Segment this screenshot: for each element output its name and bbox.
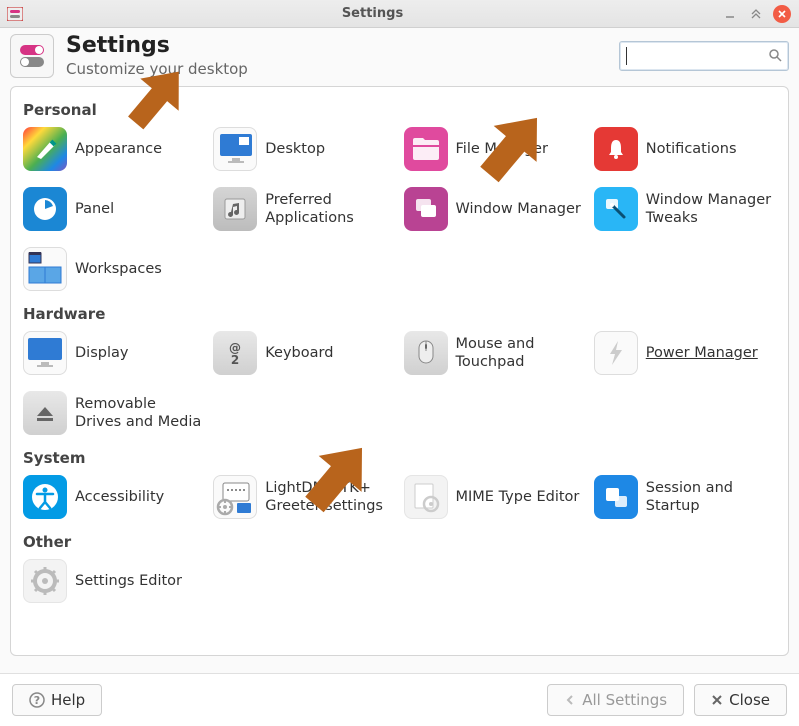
item-preferred-applications[interactable]: Preferred Applications [211,185,397,233]
item-label: Window Manager [456,200,581,218]
item-notifications[interactable]: Notifications [592,125,778,173]
svg-text:2: 2 [231,353,239,367]
gear-icon [23,559,67,603]
window-close-button[interactable] [773,5,791,23]
eject-icon [23,391,67,435]
close-icon [711,694,723,706]
item-label: Power Manager [646,344,758,362]
item-label: Display [75,344,128,362]
item-label: Settings Editor [75,572,182,590]
titlebar: Settings [0,0,799,28]
item-label: Appearance [75,140,162,158]
workspaces-icon [23,247,67,291]
button-label: All Settings [582,691,667,709]
window-maximize-button[interactable] [747,5,765,23]
item-removable-drives[interactable]: Removable Drives and Media [21,389,207,437]
appearance-icon [23,127,67,171]
page-subtitle: Customize your desktop [66,60,248,78]
item-label: Workspaces [75,260,162,278]
item-power-manager[interactable]: Power Manager [592,329,778,377]
search-icon [768,47,782,66]
category-other: Other [19,527,780,555]
page-title: Settings [66,34,248,58]
item-session-startup[interactable]: Session and Startup [592,473,778,521]
button-label: Close [729,691,770,709]
mouse-icon [404,331,448,375]
item-label: Mouse and Touchpad [456,335,586,371]
item-label: Accessibility [75,488,164,506]
settings-panel: Personal Appearance Desktop File Manager… [10,86,789,656]
item-mime-editor[interactable]: MIME Type Editor [402,473,588,521]
window-minimize-button[interactable] [721,5,739,23]
item-workspaces[interactable]: Workspaces [21,245,207,293]
login-screen-icon [213,475,257,519]
windows-icon [404,187,448,231]
item-lightdm-greeter[interactable]: LightDM GTK+ Greeter settings [211,473,397,521]
item-window-manager-tweaks[interactable]: Window Manager Tweaks [592,185,778,233]
item-label: Session and Startup [646,479,776,515]
item-mouse-touchpad[interactable]: Mouse and Touchpad [402,329,588,377]
item-label: Desktop [265,140,325,158]
folder-icon [404,127,448,171]
item-window-manager[interactable]: Window Manager [402,185,588,233]
item-label: Panel [75,200,114,218]
help-button[interactable]: ? Help [12,684,102,716]
item-file-manager[interactable]: File Manager [402,125,588,173]
desktop-icon [213,127,257,171]
item-label: MIME Type Editor [456,488,580,506]
item-panel[interactable]: Panel [21,185,207,233]
item-appearance[interactable]: Appearance [21,125,207,173]
chevron-left-icon [564,694,576,706]
item-label: LightDM GTK+ Greeter settings [265,479,395,515]
header: Settings Customize your desktop [0,28,799,86]
item-keyboard[interactable]: @2 Keyboard [211,329,397,377]
music-doc-icon [213,187,257,231]
category-hardware: Hardware [19,299,780,327]
search-input[interactable] [619,41,789,71]
bell-icon [594,127,638,171]
window-title: Settings [24,6,721,21]
close-button[interactable]: Close [694,684,787,716]
item-label: Removable Drives and Media [75,395,205,431]
lightning-icon [594,331,638,375]
item-label: Notifications [646,140,737,158]
item-label: File Manager [456,140,548,158]
item-desktop[interactable]: Desktop [211,125,397,173]
item-settings-editor[interactable]: Settings Editor [21,557,207,605]
accessibility-icon [23,475,67,519]
button-label: Help [51,691,85,709]
item-accessibility[interactable]: Accessibility [21,473,207,521]
category-system: System [19,443,780,471]
display-icon [23,331,67,375]
wand-icon [594,187,638,231]
keyboard-icon: @2 [213,331,257,375]
item-label: Window Manager Tweaks [646,191,776,227]
session-icon [594,475,638,519]
all-settings-button: All Settings [547,684,684,716]
window-app-icon [6,5,24,23]
footer-bar: ? Help All Settings Close [0,673,799,726]
panel-icon [23,187,67,231]
help-icon: ? [29,692,45,708]
item-label: Keyboard [265,344,333,362]
category-personal: Personal [19,95,780,123]
item-display[interactable]: Display [21,329,207,377]
document-gear-icon [404,475,448,519]
item-label: Preferred Applications [265,191,395,227]
svg-text:?: ? [34,694,40,707]
settings-app-icon [10,34,54,78]
